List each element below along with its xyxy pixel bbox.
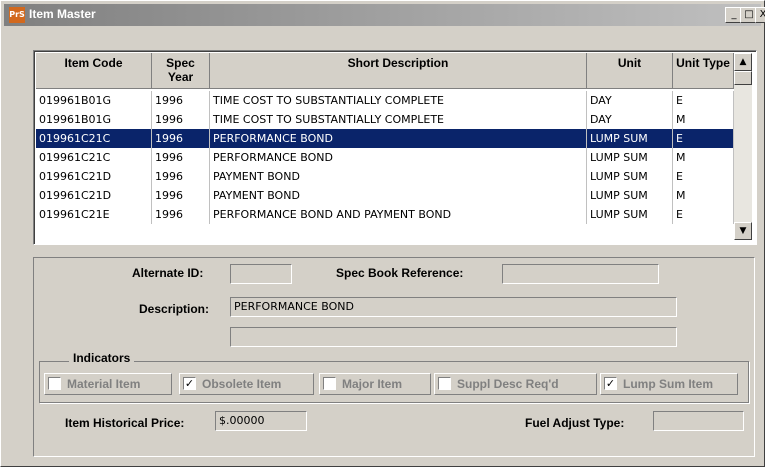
- checkbox-icon: [438, 377, 451, 390]
- cell-short-description: PAYMENT BOND: [210, 186, 587, 205]
- alternate-id-label: Alternate ID:: [132, 266, 204, 280]
- table-row[interactable]: 019961B01G 1996 TIME COST TO SUBSTANTIALLY…: [36, 91, 734, 110]
- cell-spec-year: 1996: [152, 129, 210, 148]
- item-historical-price-field[interactable]: $.00000: [215, 411, 307, 431]
- checkbox-label: Lump Sum Item: [623, 377, 714, 391]
- item-master-window: PrS Item Master _ □ X Item Code Spec Yea…: [0, 0, 765, 467]
- item-grid: Item Code Spec Year Short Description Un…: [33, 50, 757, 245]
- cell-unit-type: E: [673, 91, 734, 110]
- cell-unit-type: E: [673, 205, 734, 224]
- cell-short-description: TIME COST TO SUBSTANTIALLY COMPLETE: [210, 91, 587, 110]
- title-bar[interactable]: PrS Item Master _ □ X: [4, 4, 765, 26]
- material-item-checkbox[interactable]: Material Item: [44, 373, 172, 395]
- cell-short-description: PERFORMANCE BOND: [210, 129, 587, 148]
- cell-unit: LUMP SUM: [587, 148, 673, 167]
- cell-item-code: 019961C21D: [36, 167, 152, 186]
- cell-item-code: 019961C21C: [36, 148, 152, 167]
- grid-header: Item Code Spec Year Short Description Un…: [36, 53, 734, 89]
- cell-spec-year: 1996: [152, 205, 210, 224]
- cell-spec-year: 1996: [152, 91, 210, 110]
- checkbox-icon: [323, 377, 336, 390]
- checkbox-label: Suppl Desc Req'd: [457, 377, 559, 391]
- header-short-description[interactable]: Short Description: [210, 53, 587, 89]
- cell-item-code: 019961B01G: [36, 110, 152, 129]
- cell-item-code: 019961C21C: [36, 129, 152, 148]
- cell-short-description: PERFORMANCE BOND: [210, 148, 587, 167]
- major-item-checkbox[interactable]: Major Item: [319, 373, 431, 395]
- cell-unit: LUMP SUM: [587, 167, 673, 186]
- cell-short-description: PERFORMANCE BOND AND PAYMENT BOND: [210, 205, 587, 224]
- checkbox-label: Major Item: [342, 377, 403, 391]
- scroll-up-button[interactable]: ▲: [734, 53, 752, 71]
- checkbox-icon: ✓: [604, 377, 617, 390]
- cell-item-code: 019961B01G: [36, 91, 152, 110]
- table-row[interactable]: 019961C21E 1996 PERFORMANCE BOND AND PAYME…: [36, 205, 734, 224]
- header-item-code[interactable]: Item Code: [36, 53, 152, 89]
- checkbox-label: Obsolete Item: [202, 377, 282, 391]
- table-row[interactable]: 019961C21D 1996 PAYMENT BOND LUMP SUM E: [36, 167, 734, 186]
- spec-book-reference-field[interactable]: [502, 264, 659, 284]
- close-button[interactable]: X: [755, 7, 765, 23]
- indicators-title: Indicators: [69, 351, 135, 365]
- cell-unit: LUMP SUM: [587, 205, 673, 224]
- table-row[interactable]: 019961C21C 1996 PERFORMANCE BOND LUMP SUM E: [36, 129, 734, 148]
- cell-unit: LUMP SUM: [587, 129, 673, 148]
- header-unit-type[interactable]: Unit Type: [673, 53, 734, 89]
- table-row[interactable]: 019961C21D 1996 PAYMENT BOND LUMP SUM M: [36, 186, 734, 205]
- table-row[interactable]: 019961C21C 1996 PERFORMANCE BOND LUMP SUM M: [36, 148, 734, 167]
- fuel-adjust-type-field[interactable]: [653, 411, 744, 431]
- table-row[interactable]: 019961B01G 1996 TIME COST TO SUBSTANTIALLY…: [36, 110, 734, 129]
- cell-spec-year: 1996: [152, 186, 210, 205]
- cell-unit-type: E: [673, 129, 734, 148]
- cell-short-description: PAYMENT BOND: [210, 167, 587, 186]
- description-label: Description:: [139, 302, 210, 316]
- suppl-desc-reqd-checkbox[interactable]: Suppl Desc Req'd: [434, 373, 597, 395]
- header-unit[interactable]: Unit: [587, 53, 673, 89]
- fuel-adjust-type-label: Fuel Adjust Type:: [525, 416, 625, 430]
- cell-item-code: 019961C21D: [36, 186, 152, 205]
- lump-sum-item-checkbox[interactable]: ✓ Lump Sum Item: [600, 373, 738, 395]
- cell-spec-year: 1996: [152, 167, 210, 186]
- cell-unit-type: M: [673, 186, 734, 205]
- cell-unit: DAY: [587, 110, 673, 129]
- cell-unit-type: M: [673, 110, 734, 129]
- scroll-down-button[interactable]: ▼: [734, 222, 752, 240]
- checkbox-label: Material Item: [67, 377, 141, 391]
- checkbox-icon: [48, 377, 61, 390]
- obsolete-item-checkbox[interactable]: ✓ Obsolete Item: [179, 373, 314, 395]
- cell-unit-type: E: [673, 167, 734, 186]
- description-field-2[interactable]: [230, 327, 677, 347]
- scroll-thumb[interactable]: [734, 71, 752, 85]
- grid-scrollbar[interactable]: ▲ ▼: [734, 53, 752, 240]
- cell-spec-year: 1996: [152, 110, 210, 129]
- alternate-id-field[interactable]: [230, 264, 292, 284]
- cell-unit: LUMP SUM: [587, 186, 673, 205]
- window-title: Item Master: [29, 7, 96, 21]
- cell-spec-year: 1996: [152, 148, 210, 167]
- checkbox-icon: ✓: [183, 377, 196, 390]
- header-spec-year[interactable]: Spec Year: [152, 53, 210, 89]
- item-historical-price-label: Item Historical Price:: [65, 416, 185, 430]
- cell-unit-type: M: [673, 148, 734, 167]
- description-field[interactable]: PERFORMANCE BOND: [230, 297, 677, 317]
- spec-book-reference-label: Spec Book Reference:: [336, 266, 464, 280]
- cell-unit: DAY: [587, 91, 673, 110]
- app-icon: PrS: [9, 7, 25, 23]
- cell-short-description: TIME COST TO SUBSTANTIALLY COMPLETE: [210, 110, 587, 129]
- cell-item-code: 019961C21E: [36, 205, 152, 224]
